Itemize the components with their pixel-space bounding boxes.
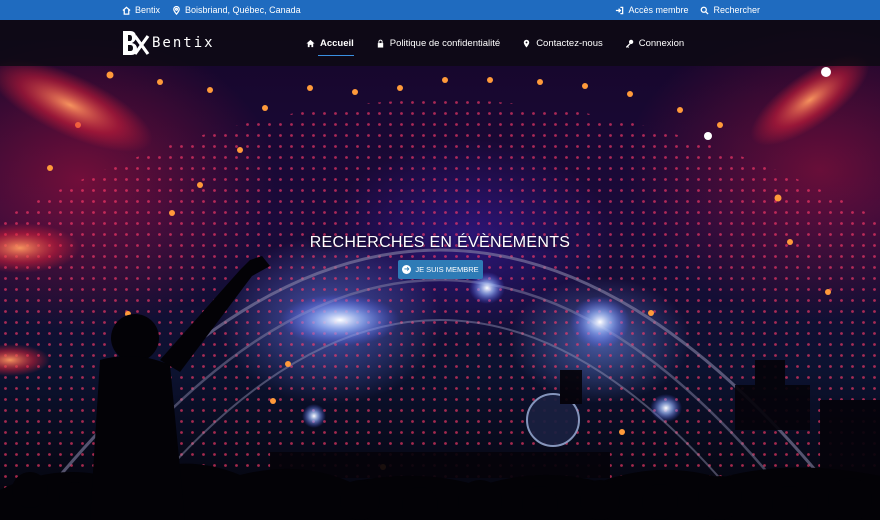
nav-label: Accueil	[320, 37, 354, 49]
home-icon	[306, 39, 315, 47]
topbar-home-link[interactable]: Bentix	[122, 5, 160, 15]
main-nav: Accueil Politique de confidentialité Con…	[306, 20, 684, 66]
map-pin-icon	[173, 5, 180, 15]
nav-label: Politique de confidentialité	[389, 37, 501, 49]
map-pin-icon	[523, 39, 530, 48]
topbar-location-text: Boisbriand, Québec, Canada	[185, 5, 301, 15]
hero-title: RECHERCHES EN ÉVÈNEMENTS	[309, 234, 571, 251]
bentix-logo-mark-icon	[123, 31, 150, 55]
member-access-label: Accès membre	[628, 5, 689, 15]
main-navbar: Bentix Accueil Politique de confidential…	[0, 20, 880, 66]
topbar-brand: Bentix	[135, 5, 161, 15]
search-icon	[701, 6, 710, 15]
arrow-circle-icon: ➜	[402, 265, 412, 274]
member-cta-button[interactable]: ➜ JE SUIS MEMBRE	[398, 260, 483, 279]
logo-text: Bentix	[152, 35, 215, 51]
home-icon	[122, 6, 131, 15]
nav-label: Connexion	[638, 37, 685, 49]
nav-item-accueil[interactable]: Accueil	[306, 20, 354, 66]
nav-item-connexion[interactable]: Connexion	[625, 20, 684, 66]
member-access-link[interactable]: Accès membre	[615, 5, 688, 15]
sign-in-icon	[616, 6, 624, 14]
search-link[interactable]: Rechercher	[700, 5, 760, 15]
topbar-location: Boisbriand, Québec, Canada	[172, 5, 301, 15]
lock-icon	[377, 39, 383, 48]
site-logo[interactable]: Bentix	[120, 29, 215, 57]
nav-item-contact[interactable]: Contactez-nous	[522, 20, 603, 66]
search-label: Rechercher	[713, 5, 760, 15]
nav-label: Contactez-nous	[536, 37, 603, 49]
cta-label: JE SUIS MEMBRE	[415, 265, 479, 274]
nav-item-politique[interactable]: Politique de confidentialité	[376, 20, 500, 66]
key-icon	[625, 39, 634, 48]
top-info-bar: Bentix Boisbriand, Québec, Canada Accès …	[0, 0, 880, 20]
